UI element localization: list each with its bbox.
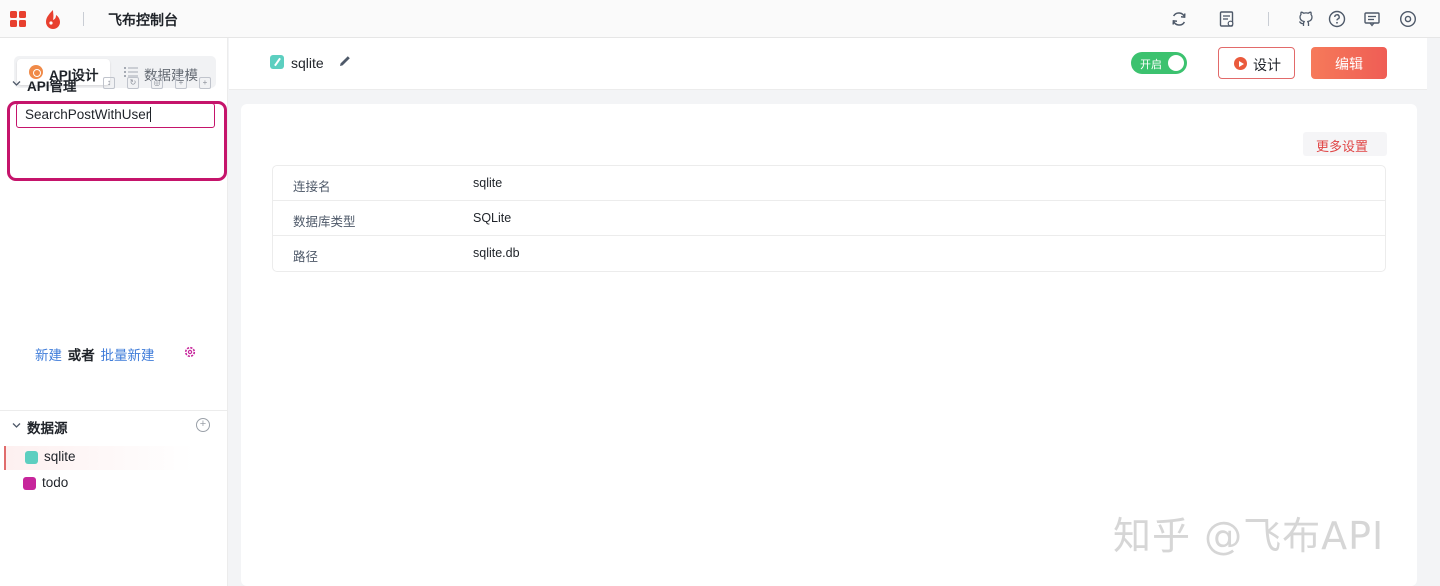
datasource-title: 数据源	[27, 421, 68, 436]
new-api-link[interactable]: 新建	[35, 348, 62, 363]
divider	[1268, 12, 1269, 26]
edit-button[interactable]: 编辑	[1311, 47, 1387, 79]
field-label: 连接名	[293, 180, 331, 194]
add-folder-icon[interactable]: +	[175, 77, 187, 89]
page-title: sqlite	[291, 55, 324, 71]
right-gutter	[1427, 38, 1440, 586]
document-icon[interactable]	[1217, 9, 1237, 29]
api-name-input[interactable]: SearchPostWithUser	[16, 103, 215, 128]
app-title: 飞布控制台	[108, 12, 178, 28]
github-icon[interactable]	[1296, 9, 1316, 29]
enable-toggle[interactable]: 开启	[1131, 52, 1187, 74]
chevron-down-icon[interactable]	[12, 421, 21, 430]
database-icon	[23, 477, 36, 490]
datasource-item-sqlite[interactable]: sqlite	[4, 446, 194, 470]
or-text: 或者	[67, 348, 95, 363]
watermark: 知乎 @飞布API	[1113, 514, 1385, 558]
toggle-label: 开启	[1140, 59, 1162, 71]
play-icon	[1234, 57, 1247, 70]
datasource-label: sqlite	[44, 449, 76, 464]
field-value: sqlite.db	[473, 246, 520, 260]
batch-new-link[interactable]: 批量新建	[101, 348, 155, 363]
sqlite-icon	[25, 451, 38, 464]
feibu-logo-icon[interactable]	[44, 9, 62, 29]
field-value: sqlite	[473, 176, 503, 190]
refresh-icon[interactable]: ↻	[127, 77, 139, 89]
field-label: 路径	[293, 250, 319, 264]
add-datasource-icon[interactable]: +	[196, 418, 210, 432]
divider	[83, 12, 84, 26]
refresh-icon[interactable]	[1169, 9, 1189, 29]
table-row: 数据库类型 SQLite	[273, 201, 1385, 236]
field-label: 数据库类型	[293, 215, 356, 229]
datasource-item-todo[interactable]: todo	[4, 472, 194, 496]
apps-grid-icon[interactable]	[10, 11, 26, 27]
field-value: SQLite	[473, 211, 512, 225]
chevron-down-icon[interactable]	[12, 79, 21, 88]
more-settings-label: 更多设置	[1316, 139, 1369, 154]
create-actions: 新建 或者 批量新建	[35, 344, 155, 364]
sort-icon[interactable]: ↕	[103, 77, 115, 89]
design-button[interactable]: 设计	[1218, 47, 1295, 79]
edit-button-label: 编辑	[1335, 56, 1363, 72]
datasource-info-table: 连接名 sqlite 数据库类型 SQLite 路径 sqlite.db	[272, 165, 1386, 272]
sqlite-icon	[270, 55, 284, 69]
table-row: 路径 sqlite.db	[273, 236, 1385, 271]
pencil-icon[interactable]	[337, 53, 353, 69]
main-header: sqlite 开启 设计 编辑	[229, 38, 1427, 90]
toggle-knob	[1168, 55, 1184, 71]
list-icon	[124, 67, 138, 77]
gear-icon[interactable]	[183, 345, 197, 359]
settings-icon[interactable]	[1398, 9, 1418, 29]
view-icon[interactable]: ◎	[151, 77, 163, 89]
more-settings-button[interactable]: 更多设置	[1303, 132, 1387, 156]
top-bar: 飞布控制台	[0, 0, 1440, 38]
section-divider	[0, 410, 228, 411]
add-api-icon[interactable]: +	[199, 77, 211, 89]
table-row: 连接名 sqlite	[273, 166, 1385, 201]
datasource-label: todo	[42, 475, 69, 490]
sidebar: API设计 数据建模 API管理 ↕ ↻ ◎ + + SearchPostWit…	[0, 38, 228, 586]
help-icon[interactable]	[1327, 9, 1347, 29]
message-icon[interactable]	[1362, 9, 1382, 29]
design-button-label: 设计	[1253, 57, 1281, 73]
api-management-title: API管理	[27, 79, 77, 94]
